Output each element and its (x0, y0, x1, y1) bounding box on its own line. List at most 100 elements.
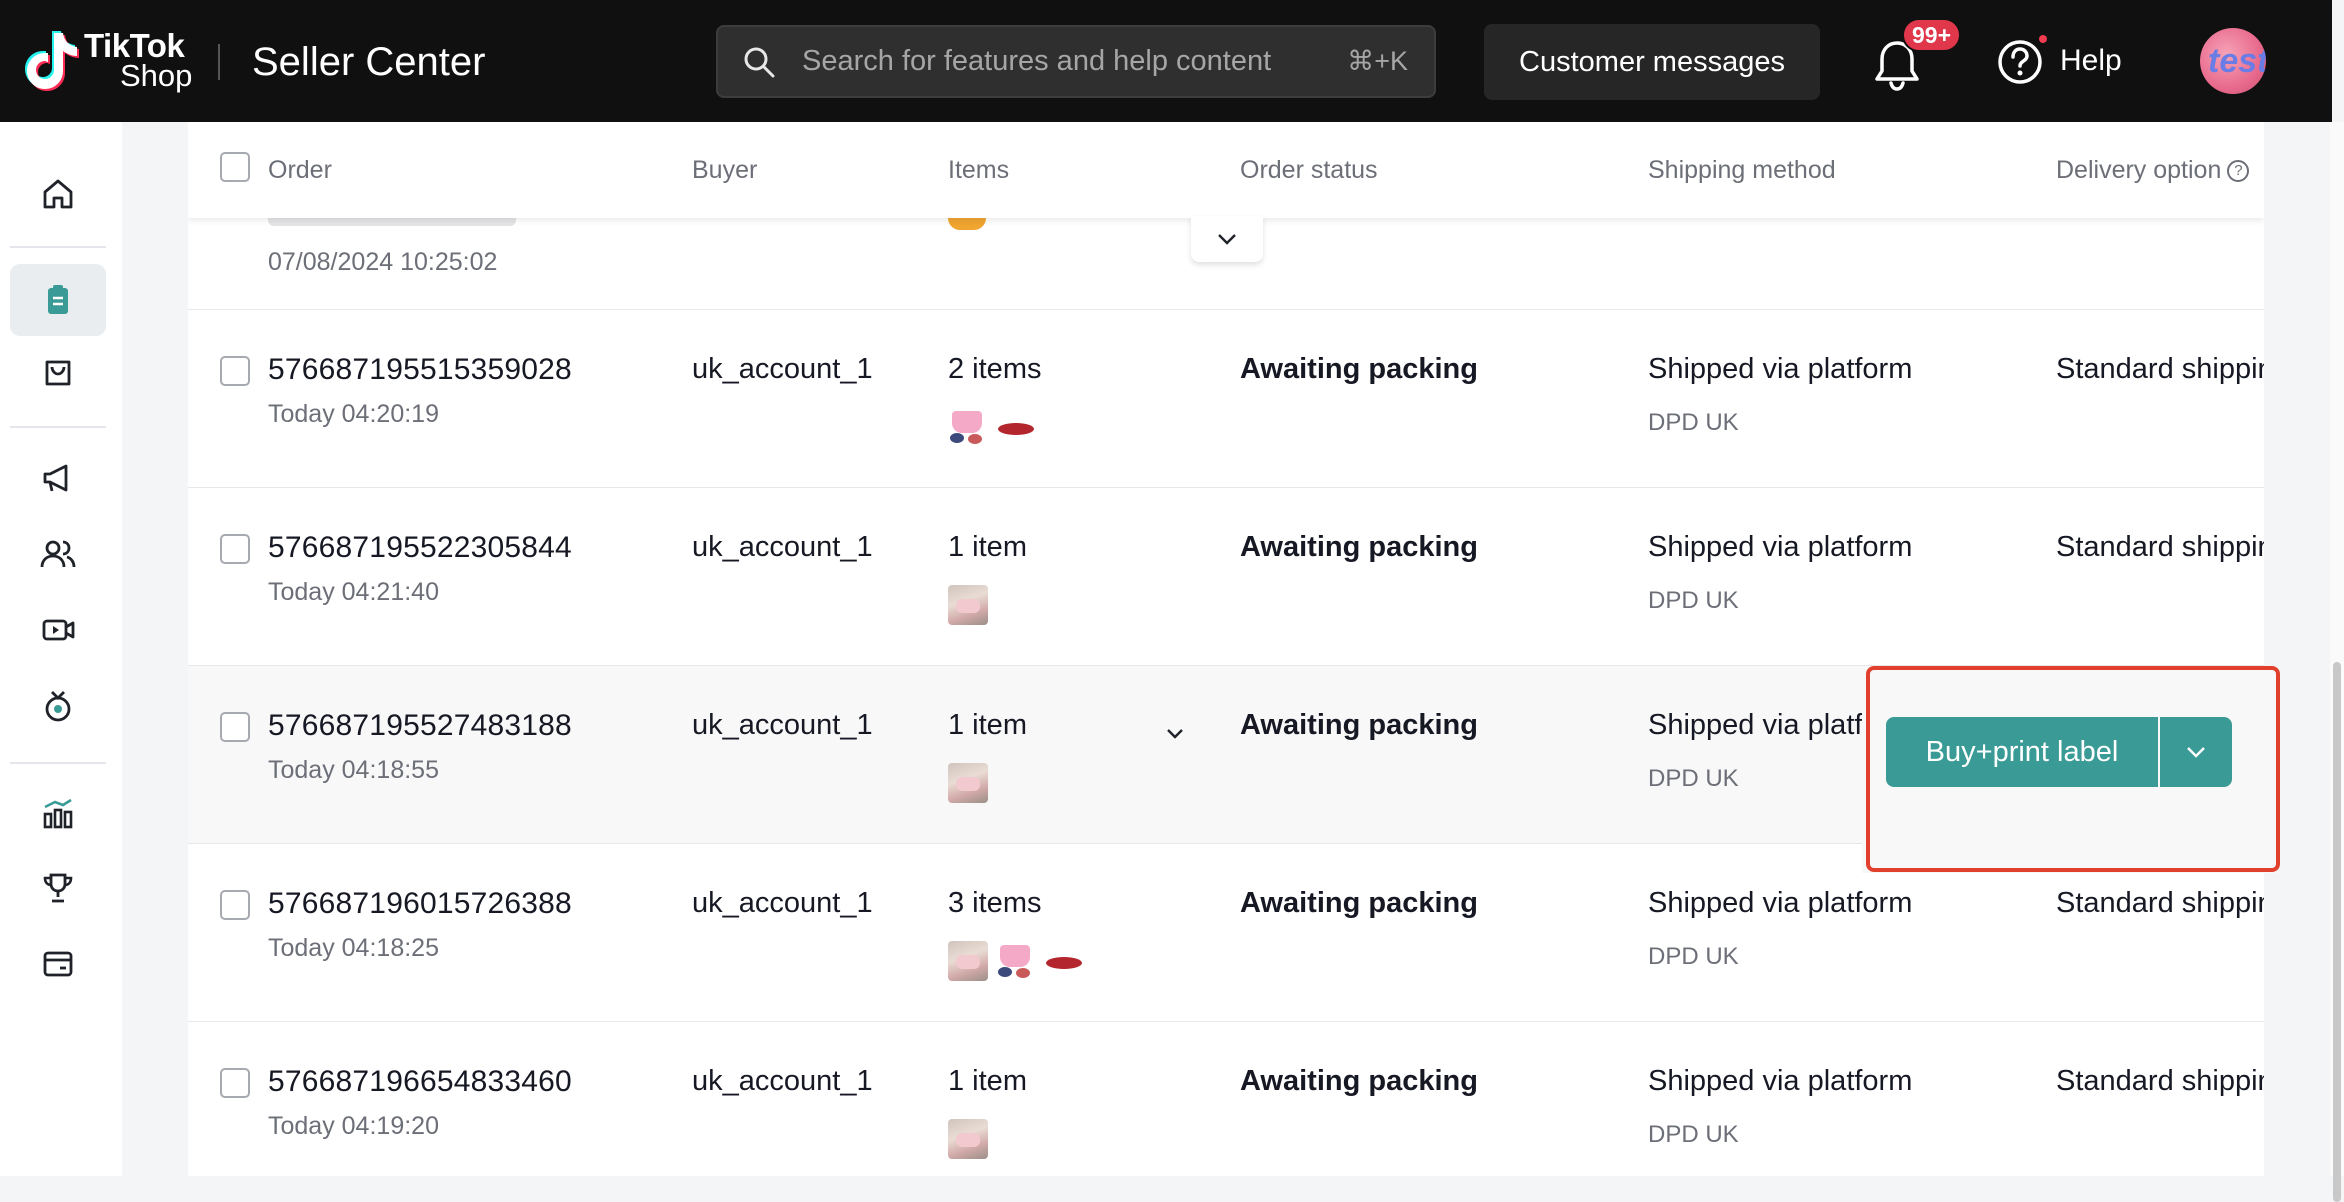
sidebar-item-rewards[interactable] (10, 852, 106, 924)
shipping-method: Shipped via platform (1648, 1065, 1913, 1097)
item-thumbnail[interactable] (996, 941, 1036, 981)
row-checkbox[interactable] (220, 1068, 250, 1098)
search-shortcut-hint: ⌘+K (1347, 46, 1408, 76)
delivery-option: Standard shippin (2056, 353, 2264, 385)
order-status: Awaiting packing (1240, 709, 1478, 741)
shipping-method: Shipped via platform (1648, 887, 1913, 919)
wallet-icon (43, 951, 73, 977)
order-id-link[interactable]: 576687195515359028 (268, 353, 572, 387)
item-thumbnail[interactable] (948, 941, 988, 981)
table-row[interactable]: 576687196654833460 Today 04:19:20 uk_accou… (188, 1022, 2264, 1176)
shipping-carrier: DPD UK (1648, 943, 1739, 970)
order-id-link[interactable]: 576687195527483188 (268, 709, 572, 743)
live-video-icon (42, 619, 75, 641)
item-thumbnails (948, 941, 1084, 981)
item-thumbnail[interactable] (948, 585, 988, 625)
items-count: 1 item (948, 531, 1027, 563)
item-thumbnails (948, 407, 1036, 447)
column-header-order-status: Order status (1240, 156, 1378, 184)
item-thumbnail[interactable] (996, 407, 1036, 447)
items-expand-chevron-icon[interactable] (1163, 722, 1187, 746)
tiktok-logo-icon (25, 31, 79, 91)
orders-table: Order Buyer Items Order status Shipping … (188, 122, 2264, 1176)
delivery-option: Standard shippin (2056, 1065, 2264, 1097)
highlight-annotation-box (1866, 666, 2280, 872)
column-header-buyer: Buyer (692, 156, 758, 184)
item-thumbnails (948, 585, 988, 625)
sidebar (0, 122, 122, 1176)
order-time: Today 04:19:20 (268, 1112, 439, 1140)
item-thumbnails (948, 763, 988, 803)
buyer-name[interactable]: uk_account_1 (692, 709, 873, 742)
delivery-option: Standard shippin (2056, 887, 2264, 919)
buyer-name[interactable]: uk_account_1 (692, 1065, 873, 1098)
buyer-name[interactable]: uk_account_1 (692, 887, 873, 920)
customer-messages-button[interactable]: Customer messages (1484, 24, 1820, 100)
buyer-name[interactable]: uk_account_1 (692, 353, 873, 386)
sidebar-item-growth[interactable] (10, 670, 106, 742)
search-bar[interactable]: Search for features and help content ⌘+K (716, 25, 1436, 98)
item-thumbnail[interactable] (948, 1119, 988, 1159)
order-id-link[interactable]: 576687196015726388 (268, 887, 572, 921)
sidebar-item-orders[interactable] (10, 264, 106, 336)
affiliate-icon (40, 540, 76, 568)
logo-divider (218, 44, 220, 80)
help-notification-dot (2037, 33, 2049, 45)
table-header: Order Buyer Items Order status Shipping … (188, 122, 2264, 218)
item-thumbnail[interactable] (1044, 941, 1084, 981)
items-count: 3 items (948, 887, 1042, 919)
row-checkbox[interactable] (220, 534, 250, 564)
avatar[interactable]: test (2200, 28, 2266, 94)
logo-wordmark-tiktok: TikTok (84, 27, 185, 64)
growth-icon (45, 691, 71, 722)
select-all-checkbox[interactable] (220, 152, 250, 182)
sidebar-item-live-video[interactable] (10, 594, 106, 666)
expand-toggle[interactable] (1191, 216, 1263, 262)
row-checkbox[interactable] (220, 890, 250, 920)
sidebar-item-analytics[interactable] (10, 778, 106, 850)
item-thumbnails (948, 1119, 988, 1159)
items-count: 1 item (948, 709, 1027, 741)
row-checkbox[interactable] (220, 356, 250, 386)
column-header-delivery-option-label: Delivery option (2056, 156, 2222, 184)
sidebar-item-affiliate[interactable] (10, 518, 106, 590)
buyer-name[interactable]: uk_account_1 (692, 531, 873, 564)
home-icon (43, 179, 73, 209)
delivery-option: Standard shippin (2056, 531, 2264, 563)
help-icon[interactable] (1996, 38, 2044, 86)
item-thumbnail[interactable] (948, 407, 988, 447)
trophy-icon (43, 873, 73, 903)
search-input[interactable]: Search for features and help content (802, 45, 1347, 78)
table-row[interactable]: 576687195522305844 Today 04:21:40 uk_accou… (188, 488, 2264, 666)
shipping-method: Shipped via platfo (1648, 709, 1879, 741)
row-checkbox[interactable] (220, 712, 250, 742)
column-header-shipping-method: Shipping method (1648, 156, 1836, 184)
items-count: 2 items (948, 353, 1042, 385)
shipping-carrier: DPD UK (1648, 587, 1739, 614)
sidebar-item-products[interactable] (10, 336, 106, 408)
logo-wordmark-shop: Shop (120, 58, 193, 93)
table-row[interactable]: 576687195515359028 Today 04:20:19 uk_accou… (188, 310, 2264, 488)
orders-icon (48, 285, 68, 314)
sidebar-divider (10, 762, 106, 764)
column-header-order[interactable]: Order (268, 156, 332, 185)
order-id-link[interactable]: 576687196654833460 (268, 1065, 572, 1099)
help-link[interactable]: Help (2060, 44, 2122, 78)
chevron-down-icon (1218, 234, 1236, 245)
shipping-method: Shipped via platform (1648, 353, 1913, 385)
order-tag (268, 218, 516, 226)
info-icon[interactable]: ? (2227, 160, 2250, 183)
scrollbar-thumb[interactable] (2333, 662, 2341, 1202)
sidebar-divider (10, 426, 106, 428)
sidebar-item-home[interactable] (10, 158, 106, 230)
sidebar-divider (10, 246, 106, 248)
sidebar-item-marketing[interactable] (10, 442, 106, 514)
shipping-carrier: DPD UK (1648, 1121, 1739, 1148)
order-time: Today 04:20:19 (268, 400, 439, 428)
order-status: Awaiting packing (1240, 887, 1478, 919)
vertical-scrollbar[interactable] (2330, 122, 2344, 1202)
order-id-link[interactable]: 576687195522305844 (268, 531, 572, 565)
sidebar-item-finance[interactable] (10, 928, 106, 1000)
item-thumbnail[interactable] (948, 763, 988, 803)
tiktok-shop-logo[interactable]: TikTok Shop (24, 28, 192, 94)
